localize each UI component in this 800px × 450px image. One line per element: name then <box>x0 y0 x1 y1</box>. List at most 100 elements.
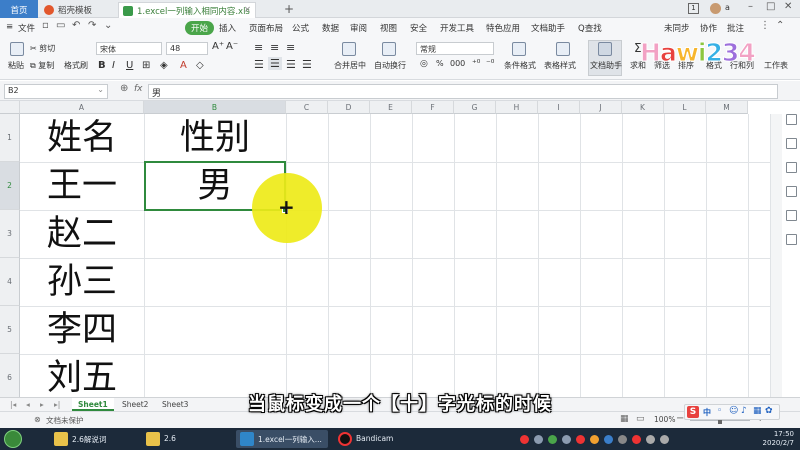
row-header-2[interactable]: 2 <box>0 162 20 210</box>
conditional-format-button[interactable]: 条件格式 <box>504 60 536 71</box>
align-left-icon[interactable]: ☰ <box>254 58 264 71</box>
tray-qq-icon[interactable] <box>576 435 585 444</box>
tray-cloud-icon[interactable] <box>590 435 599 444</box>
font-color-icon[interactable]: A <box>180 60 187 71</box>
ime-mode[interactable]: 中 <box>703 407 711 418</box>
ime-keyboard-icon[interactable]: ▦ <box>753 406 762 416</box>
align-bottom-icon[interactable]: ≡ <box>286 41 295 54</box>
more-icon[interactable]: ⋮ <box>760 20 770 31</box>
cell-A2[interactable]: 王一 <box>20 166 144 206</box>
taskbar-item-script[interactable]: 2.6解说词 <box>50 430 138 448</box>
conditional-format-icon[interactable] <box>512 42 526 56</box>
row-header-4[interactable]: 4 <box>0 258 20 306</box>
align-middle-icon[interactable]: ≡ <box>270 41 279 54</box>
redo-icon[interactable]: ↷ <box>88 20 96 31</box>
collapse-ribbon-icon[interactable]: ⌃ <box>776 20 784 31</box>
currency-icon[interactable]: ◎ <box>420 59 428 69</box>
tray-app-icon[interactable] <box>534 435 543 444</box>
bold-icon[interactable]: B <box>98 60 106 71</box>
column-header-b[interactable]: B <box>144 101 286 114</box>
formula-input[interactable]: 男 <box>148 84 778 99</box>
menu-security[interactable]: 安全 <box>410 22 427 34</box>
menu-start[interactable]: 开始 <box>185 21 215 35</box>
italic-icon[interactable]: I <box>112 60 115 71</box>
menu-file[interactable]: 文件 <box>18 22 35 34</box>
column-header-d[interactable]: D <box>328 101 370 114</box>
tab-template[interactable]: 稻壳模板 <box>40 2 116 18</box>
column-header-m[interactable]: M <box>706 101 748 114</box>
underline-icon[interactable]: U <box>126 60 133 71</box>
increase-font-icon[interactable]: A⁺ <box>212 41 224 52</box>
tray-chat-icon[interactable] <box>562 435 571 444</box>
doc-helper-button[interactable]: 文档助手 <box>590 60 622 71</box>
doc-helper-icon[interactable] <box>598 42 612 56</box>
decimal-decrease-icon[interactable]: ⁻⁰ <box>486 59 494 69</box>
collab-button[interactable]: 协作 <box>700 22 717 34</box>
number-format-select[interactable]: 常规 <box>416 42 494 55</box>
menu-page-layout[interactable]: 页面布局 <box>249 22 283 34</box>
taskbar-item-folder[interactable]: 2.6 <box>142 430 230 448</box>
cell-A1[interactable]: 姓名 <box>20 118 144 158</box>
column-header-c[interactable]: C <box>286 101 328 114</box>
select-all-corner[interactable] <box>0 101 20 114</box>
name-box[interactable]: B2 ⌄ <box>4 84 108 99</box>
ime-mic-icon[interactable]: ♪ <box>741 406 747 416</box>
protect-status[interactable]: 文档未保护 <box>46 415 84 426</box>
minimize-icon[interactable]: – <box>748 1 753 12</box>
tab-document[interactable]: 1.excel一列输入相同内容.xls × <box>118 2 256 18</box>
wrap-text-icon[interactable] <box>382 42 396 56</box>
menu-file-icon[interactable]: ≡ <box>6 22 13 32</box>
align-right-icon[interactable]: ☰ <box>286 58 296 71</box>
copy-button[interactable]: ⧉ 复制 <box>30 60 54 71</box>
cell-A5[interactable]: 李四 <box>20 310 144 350</box>
new-tab-button[interactable]: + <box>266 0 300 16</box>
save-icon[interactable]: ▫ <box>42 20 49 31</box>
start-button[interactable] <box>4 430 22 448</box>
clear-format-icon[interactable]: ◇ <box>196 60 204 71</box>
merge-center-icon[interactable] <box>342 42 356 56</box>
row-header-3[interactable]: 3 <box>0 210 20 258</box>
sync-status[interactable]: 未同步 <box>664 22 690 34</box>
column-header-j[interactable]: J <box>580 101 622 114</box>
ime-skin-icon[interactable]: ✿ <box>765 406 773 416</box>
row-header-5[interactable]: 5 <box>0 306 20 354</box>
zoom-level[interactable]: 100% <box>654 415 675 424</box>
cell-A4[interactable]: 孙三 <box>20 262 144 302</box>
paste-icon[interactable] <box>10 42 24 56</box>
column-header-i[interactable]: I <box>538 101 580 114</box>
taskbar-item-spreadsheet[interactable]: 1.excel一列输入... <box>236 430 328 448</box>
zoom-lookup-icon[interactable]: ⊕ <box>120 83 128 94</box>
menu-features[interactable]: 特色应用 <box>486 22 520 34</box>
column-header-a[interactable]: A <box>20 101 144 114</box>
close-window-icon[interactable]: ✕ <box>784 1 792 12</box>
menu-view[interactable]: 视图 <box>380 22 397 34</box>
side-shape-icon[interactable] <box>786 162 797 173</box>
menu-insert[interactable]: 插入 <box>219 22 236 34</box>
undo-icon[interactable]: ↶ <box>72 20 80 31</box>
menu-developer[interactable]: 开发工具 <box>440 22 474 34</box>
tray-record-icon[interactable] <box>520 435 529 444</box>
side-style-icon[interactable] <box>786 138 797 149</box>
print-icon[interactable]: ▭ <box>56 20 65 31</box>
column-header-g[interactable]: G <box>454 101 496 114</box>
justify-icon[interactable]: ☰ <box>302 58 312 71</box>
avatar[interactable] <box>710 3 721 14</box>
close-tab-icon[interactable]: × <box>244 5 251 15</box>
column-header-e[interactable]: E <box>370 101 412 114</box>
name-box-dropdown-icon[interactable]: ⌄ <box>97 85 104 94</box>
column-header-k[interactable]: K <box>622 101 664 114</box>
thousands-icon[interactable]: 000 <box>450 59 465 68</box>
decimal-increase-icon[interactable]: ⁺⁰ <box>472 59 480 69</box>
tray-security-icon[interactable] <box>604 435 613 444</box>
side-select-icon[interactable] <box>786 114 797 125</box>
align-top-icon[interactable]: ≡ <box>254 41 263 54</box>
dropdown-icon[interactable]: ⌄ <box>104 20 112 31</box>
cut-button[interactable]: ✂ 剪切 <box>30 43 55 54</box>
cell-A3[interactable]: 赵二 <box>20 214 144 254</box>
tray-usb-icon[interactable] <box>618 435 627 444</box>
vertical-scrollbar[interactable] <box>770 114 782 397</box>
menu-data[interactable]: 数据 <box>322 22 339 34</box>
clock[interactable]: 17:50 2020/2/7 <box>748 430 794 448</box>
side-settings-icon[interactable] <box>786 234 797 245</box>
row-header-1[interactable]: 1 <box>0 114 20 162</box>
